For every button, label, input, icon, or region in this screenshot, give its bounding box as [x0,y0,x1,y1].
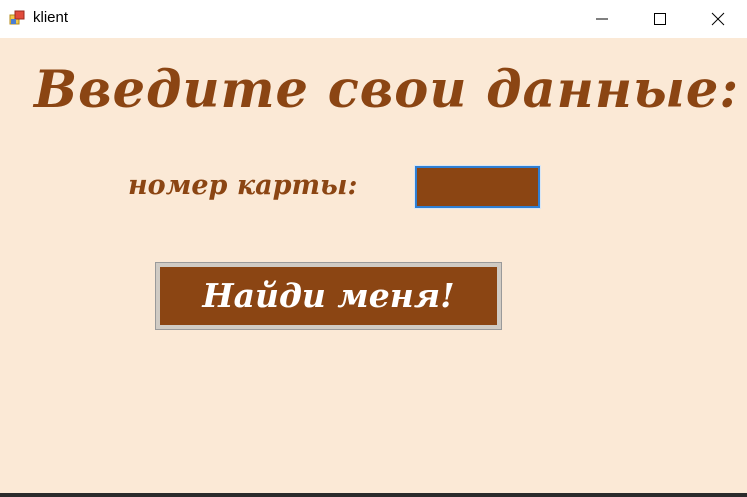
maximize-button[interactable] [631,0,689,38]
app-window: klient Введите свои данные: номер карты:… [0,0,747,497]
form-heading: Введите свои данные: [34,60,740,120]
close-icon [711,12,725,26]
minimize-button[interactable] [573,0,631,38]
find-me-button[interactable]: Найди меня! [155,262,502,330]
close-button[interactable] [689,0,747,38]
maximize-icon [654,13,666,25]
minimize-icon [596,18,608,20]
find-me-button-label: Найди меня! [202,276,455,315]
title-bar[interactable]: klient [0,0,747,38]
taskbar-edge [0,493,747,497]
form-area: Введите свои данные: номер карты: Найди … [0,38,747,493]
card-number-input[interactable] [414,165,541,209]
window-title: klient [33,9,69,26]
app-window-icon [9,10,25,26]
card-number-label: номер карты: [128,170,358,201]
